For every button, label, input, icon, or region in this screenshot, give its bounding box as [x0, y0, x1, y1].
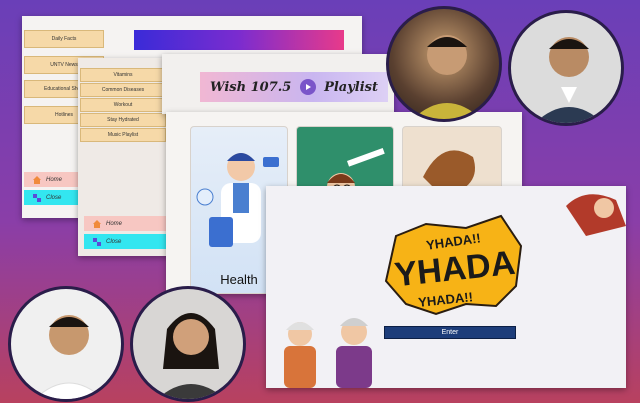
home-label: Home: [46, 176, 63, 183]
common-diseases-button[interactable]: Common Diseases: [80, 83, 166, 97]
person-photo: [534, 37, 604, 123]
playlist-title-bar: Wish 107.5 Playlist: [200, 72, 388, 102]
playlist-title: Playlist: [324, 79, 378, 95]
person-photo: [412, 35, 482, 119]
playlist-window: Wish 107.5 Playlist: [162, 54, 394, 114]
header-banner: [134, 30, 344, 50]
person-photo: [34, 315, 104, 399]
play-button[interactable]: [299, 79, 316, 95]
close-icon: [93, 237, 101, 246]
avatar-2: [508, 10, 624, 126]
home-button[interactable]: Home: [84, 216, 166, 231]
music-playlist-button[interactable]: Music Playlist: [80, 128, 166, 142]
stay-hydrated-button[interactable]: Stay Hydrated: [80, 113, 166, 127]
home-icon: [93, 219, 101, 228]
workout-button[interactable]: Workout: [80, 98, 166, 112]
avatar-4: [130, 286, 246, 402]
health-menu-window: Vitamins Common Diseases Workout Stay Hy…: [78, 58, 174, 256]
avatar-1: [386, 6, 502, 122]
close-button[interactable]: Close: [84, 234, 166, 249]
yhada-start-window: YHADA!! YHADA YHADA!! Enter: [266, 186, 626, 388]
daily-facts-button[interactable]: Daily Facts: [24, 30, 104, 48]
close-label: Close: [106, 238, 122, 245]
avatar-3: [8, 286, 124, 402]
play-icon: [305, 84, 311, 90]
close-icon: [33, 193, 41, 202]
home-label: Home: [106, 220, 123, 227]
home-icon: [33, 175, 41, 184]
vitamins-button[interactable]: Vitamins: [80, 68, 166, 82]
station-title: Wish 107.5: [210, 79, 292, 95]
enter-button[interactable]: Enter: [384, 326, 516, 339]
person-photo: [157, 313, 225, 399]
close-label: Close: [46, 194, 62, 201]
yhada-logo: YHADA!! YHADA YHADA!!: [284, 194, 626, 388]
